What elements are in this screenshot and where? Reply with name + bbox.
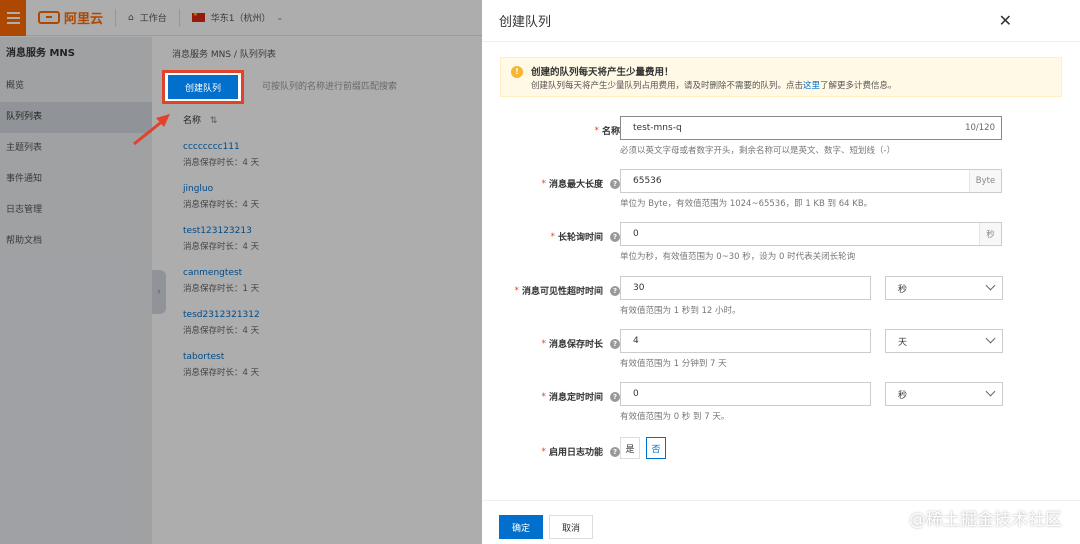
visibility-input[interactable]: 30 — [620, 276, 871, 300]
visibility-label: 消息可见性超时时间 — [521, 287, 603, 297]
field-hint: 有效值范围为 1 秒到 12 小时。 — [620, 306, 741, 316]
logging-label: 启用日志功能 — [548, 448, 603, 458]
billing-info-link[interactable]: 这里 — [803, 81, 820, 91]
retention-unit-select[interactable]: 天 — [885, 329, 1003, 353]
create-queue-button[interactable]: 创建队列 — [162, 70, 244, 104]
warning-icon: ! — [511, 66, 523, 78]
annotation-arrow-icon — [133, 114, 170, 146]
close-icon[interactable]: ✕ — [999, 11, 1012, 30]
visibility-unit-select[interactable]: 秒 — [885, 276, 1003, 300]
max-length-input[interactable]: 65536 Byte — [620, 169, 1002, 193]
field-label: * 长轮询时间? — [550, 230, 620, 243]
max-length-label: 消息最大长度 — [548, 180, 603, 190]
queue-name-input[interactable]: test-mns-q 10/120 — [620, 116, 1002, 140]
field-hint: 有效值范围为 1 分钟到 7 天 — [620, 359, 727, 369]
watermark: @稀土掘金技术社区 — [909, 510, 1062, 530]
create-queue-drawer: 创建队列 ✕ ! 创建的队列每天将产生少量费用！ 创建队列每天将产生少量队列占用… — [482, 0, 1080, 544]
help-icon[interactable]: ? — [610, 446, 620, 457]
field-label: * 消息保存时长? — [541, 337, 620, 350]
polling-label: 长轮询时间 — [557, 233, 603, 243]
help-icon[interactable]: ? — [610, 285, 620, 296]
field-label: * 名称 — [594, 125, 620, 138]
retention-input[interactable]: 4 — [620, 329, 871, 353]
retention-value: 4 — [633, 336, 639, 346]
help-icon[interactable]: ? — [610, 391, 620, 402]
delay-value: 0 — [633, 389, 639, 399]
retention-unit: 天 — [898, 337, 908, 348]
delay-unit-select[interactable]: 秒 — [885, 382, 1003, 406]
notice-text: 创建队列每天将产生少量队列占用费用，请及时删除不需要的队列。点击 — [531, 81, 804, 91]
field-hint: 必须以英文字母或者数字开头，剩余名称可以是英文、数字、短划线（-） — [620, 146, 896, 156]
field-hint: 有效值范围为 0 秒 到 7 天。 — [620, 412, 730, 422]
field-label: * 消息最大长度? — [541, 177, 620, 190]
logging-no-button[interactable]: 否 — [646, 437, 666, 459]
field-label: * 消息可见性超时时间? — [514, 284, 620, 297]
delay-label: 消息定时时间 — [548, 393, 603, 403]
field-hint: 单位为 Byte，有效值范围为 1024~65536，即 1 KB 到 64 K… — [620, 199, 873, 209]
visibility-unit: 秒 — [898, 284, 908, 295]
seconds-unit: 秒 — [979, 223, 1001, 245]
field-label: * 启用日志功能? — [541, 445, 620, 458]
logging-yes-button[interactable]: 是 — [620, 437, 640, 459]
max-length-value: 65536 — [633, 176, 662, 186]
queue-name-value: test-mns-q — [633, 123, 682, 133]
field-label: * 消息定时时间? — [541, 390, 620, 403]
retention-label: 消息保存时长 — [548, 340, 603, 350]
field-hint: 单位为秒，有效值范围为 0~30 秒，设为 0 时代表关闭长轮询 — [620, 252, 856, 262]
name-label: 名称 — [601, 127, 620, 137]
notice-description: 创建队列每天将产生少量队列占用费用，请及时删除不需要的队列。点击这里了解更多计费… — [531, 79, 1051, 91]
notice-title: 创建的队列每天将产生少量费用！ — [531, 67, 674, 78]
logging-toggle: 是 否 — [620, 437, 666, 459]
drawer-title: 创建队列 — [499, 15, 552, 30]
visibility-value: 30 — [633, 283, 645, 293]
drawer-header: 创建队列 ✕ — [482, 0, 1080, 42]
cancel-button[interactable]: 取消 — [549, 515, 593, 539]
polling-value: 0 — [633, 229, 639, 239]
help-icon[interactable]: ? — [610, 178, 620, 189]
notice-text: 了解更多计费信息。 — [820, 81, 897, 91]
byte-unit: Byte — [969, 170, 1001, 192]
confirm-button[interactable]: 确定 — [499, 515, 543, 539]
help-icon[interactable]: ? — [610, 338, 620, 349]
chevron-down-icon — [985, 280, 996, 291]
billing-notice: ! 创建的队列每天将产生少量费用！ 创建队列每天将产生少量队列占用费用，请及时删… — [500, 57, 1062, 97]
drawer-footer — [482, 500, 1080, 501]
create-queue-label: 创建队列 — [168, 75, 238, 99]
delay-input[interactable]: 0 — [620, 382, 871, 406]
char-counter: 10/120 — [965, 123, 995, 133]
polling-input[interactable]: 0 秒 — [620, 222, 1002, 246]
chevron-down-icon — [985, 333, 996, 344]
delay-unit: 秒 — [898, 390, 908, 401]
help-icon[interactable]: ? — [610, 231, 620, 242]
chevron-down-icon — [985, 386, 996, 397]
